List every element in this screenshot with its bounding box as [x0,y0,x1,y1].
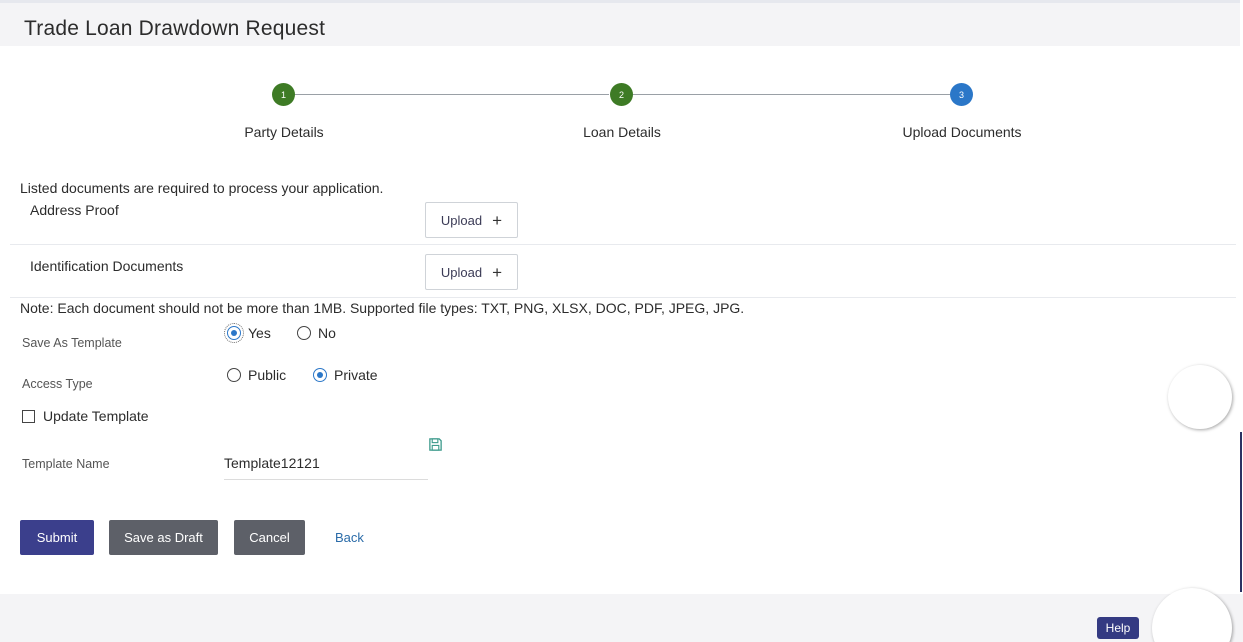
cancel-button[interactable]: Cancel [234,520,305,555]
document-name-identification: Identification Documents [30,258,184,274]
stepper-connector [295,94,609,95]
divider [10,244,1236,245]
submit-button[interactable]: Submit [20,520,94,555]
back-link[interactable]: Back [335,530,364,545]
save-as-draft-button[interactable]: Save as Draft [109,520,218,555]
checkbox-icon [22,409,35,423]
radio-label: No [318,325,336,341]
step-1-label: Party Details [244,124,324,140]
save-icon[interactable] [428,437,443,452]
step-2-label: Loan Details [583,124,661,140]
save-as-template-no-radio[interactable]: No [297,325,336,341]
plus-icon: + [492,210,503,230]
page-header: Trade Loan Drawdown Request [0,0,1240,46]
page-title: Trade Loan Drawdown Request [24,17,326,40]
radio-unchecked-icon [227,368,241,382]
footer-bar [0,594,1243,642]
template-name-label: Template Name [22,457,110,471]
stepper-connector [632,94,950,95]
upload-address-proof-button[interactable]: Upload + [425,202,518,238]
documents-note: Note: Each document should not be more t… [20,300,745,316]
radio-label: Private [334,367,378,383]
radio-checked-icon [224,323,244,343]
documents-intro: Listed documents are required to process… [20,180,384,196]
decorative-circle [1168,365,1232,429]
help-button[interactable]: Help [1097,617,1139,639]
document-name-address-proof: Address Proof [30,202,119,218]
save-as-template-label: Save As Template [22,336,122,350]
step-2-indicator[interactable]: 2 [610,83,633,106]
step-1-indicator[interactable]: 1 [272,83,295,106]
access-type-public-radio[interactable]: Public [227,367,286,383]
right-edge-rule [1240,432,1242,592]
update-template-checkbox[interactable]: Update Template [22,408,149,424]
access-type-private-radio[interactable]: Private [313,367,378,383]
step-3-label: Upload Documents [902,124,1022,140]
upload-identification-button[interactable]: Upload + [425,254,518,290]
step-3-indicator[interactable]: 3 [950,83,973,106]
template-name-input[interactable] [224,446,428,480]
radio-label: Public [248,367,287,383]
upload-label: Upload [440,264,483,280]
upload-label: Upload [440,212,483,228]
access-type-label: Access Type [22,377,93,391]
radio-label: Yes [248,325,271,341]
radio-unchecked-icon [297,326,311,340]
radio-checked-icon [313,368,327,382]
plus-icon: + [492,262,503,282]
save-as-template-yes-radio[interactable]: Yes [224,323,271,343]
checkbox-label: Update Template [43,408,149,424]
divider [10,297,1236,298]
